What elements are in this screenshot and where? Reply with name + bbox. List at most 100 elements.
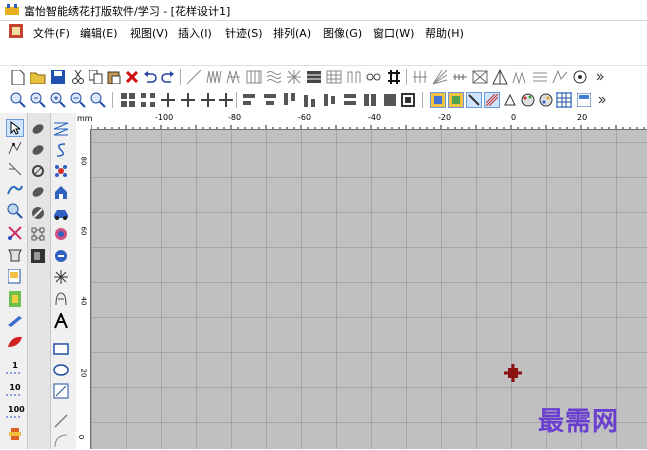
zoom-out-icon[interactable]	[70, 92, 86, 108]
show-grid-toggle-icon[interactable]	[430, 92, 446, 108]
grid-fill-icon[interactable]	[326, 69, 342, 85]
show-3d-toggle-icon[interactable]	[502, 92, 518, 108]
menu-help[interactable]: 帮助(H)	[425, 25, 464, 41]
leaf-shape-icon[interactable]	[29, 120, 47, 138]
rosette-icon[interactable]	[52, 225, 70, 243]
curve-letter-icon[interactable]	[52, 290, 70, 308]
wave-fill-icon[interactable]	[512, 69, 528, 85]
circle-target-icon[interactable]	[572, 69, 588, 85]
snowflake-icon[interactable]	[52, 268, 70, 286]
zoom-in-icon[interactable]	[50, 92, 66, 108]
applique-icon[interactable]	[29, 247, 47, 265]
delete-icon[interactable]	[124, 69, 140, 85]
wave-stitch-icon[interactable]	[266, 69, 282, 85]
same-height-icon[interactable]	[362, 92, 378, 108]
undo-icon[interactable]	[142, 69, 158, 85]
fan-fill-icon[interactable]	[432, 69, 448, 85]
select-pointer-icon[interactable]	[6, 119, 24, 137]
house-shape-icon[interactable]	[52, 183, 70, 201]
zigzag-stitch-icon[interactable]	[206, 69, 222, 85]
no-entry-icon[interactable]	[29, 204, 47, 222]
polygon-tool-icon[interactable]	[52, 382, 70, 400]
new-file-icon[interactable]	[10, 69, 26, 85]
contour-fill-icon[interactable]	[552, 69, 568, 85]
color-block-icon[interactable]	[6, 290, 24, 308]
align-grid-icon[interactable]	[120, 92, 136, 108]
zigzag-line-icon[interactable]	[52, 120, 70, 138]
cross-stitch-icon[interactable]	[386, 69, 402, 85]
document-icon[interactable]	[9, 24, 23, 38]
edit-points-icon[interactable]	[6, 139, 24, 157]
star-fill-icon[interactable]	[286, 69, 302, 85]
paste-icon[interactable]	[106, 69, 122, 85]
origin-marker-icon[interactable]	[503, 363, 523, 383]
align-center-icon[interactable]	[262, 92, 278, 108]
menu-window[interactable]: 窗口(W)	[373, 25, 414, 41]
menu-insert[interactable]: 插入(I)	[178, 25, 212, 41]
zoom-reset-icon[interactable]	[90, 92, 106, 108]
scissors-tool-icon[interactable]	[6, 224, 24, 242]
flower-motif-icon[interactable]	[52, 162, 70, 180]
line-tool-icon[interactable]	[52, 412, 70, 430]
align-middle-icon[interactable]	[322, 92, 338, 108]
cut-icon[interactable]	[70, 69, 86, 85]
save-icon[interactable]	[50, 69, 66, 85]
move-left-icon[interactable]	[180, 92, 196, 108]
needle-point-icon[interactable]	[6, 160, 24, 178]
align-top-icon[interactable]	[282, 92, 298, 108]
group-icon[interactable]	[400, 92, 416, 108]
ribbon-tool-icon[interactable]	[6, 312, 24, 330]
step-10-label[interactable]: 10	[8, 383, 22, 392]
toolbar-overflow-icon[interactable]	[592, 69, 608, 85]
rectangle-tool-icon[interactable]	[52, 340, 70, 358]
window-layout-icon[interactable]	[576, 92, 592, 108]
red-leaf-icon[interactable]	[6, 333, 24, 351]
show-image-toggle-icon[interactable]	[448, 92, 464, 108]
step-100-label[interactable]: 100	[8, 405, 25, 414]
lattice-icon[interactable]	[472, 69, 488, 85]
same-size-icon[interactable]	[382, 92, 398, 108]
line-stitch-icon[interactable]	[186, 69, 202, 85]
menu-arrange[interactable]: 排列(A)	[273, 25, 311, 41]
arc-tool-icon[interactable]	[52, 432, 70, 450]
column-stitch-icon[interactable]	[246, 69, 262, 85]
color-palette-icon[interactable]	[520, 92, 536, 108]
show-stitch-toggle-icon[interactable]	[466, 92, 482, 108]
move-up-icon[interactable]	[218, 92, 234, 108]
copy-icon[interactable]	[88, 69, 104, 85]
same-width-icon[interactable]	[342, 92, 358, 108]
design-canvas[interactable]: mm -100 -80 -60 -40 -20 0 20 80 60 40 20…	[76, 113, 647, 449]
zoom-fit-icon[interactable]	[30, 92, 46, 108]
step-1-label[interactable]: 1	[8, 361, 22, 370]
align-left-icon[interactable]	[242, 92, 258, 108]
text-tool-icon[interactable]	[52, 312, 70, 330]
shirt-shape-icon[interactable]	[6, 246, 24, 264]
triangle-fill-icon[interactable]	[492, 69, 508, 85]
pattern-grid-icon[interactable]	[29, 225, 47, 243]
move-center-icon[interactable]	[160, 92, 176, 108]
redo-icon[interactable]	[160, 69, 176, 85]
motif-line-icon[interactable]	[452, 69, 468, 85]
bridge-stitch-icon[interactable]	[346, 69, 362, 85]
menu-edit[interactable]: 编辑(E)	[80, 25, 118, 41]
leaf-shape-3-icon[interactable]	[29, 183, 47, 201]
parallel-line-icon[interactable]	[532, 69, 548, 85]
dense-fill-icon[interactable]	[306, 69, 322, 85]
image-import-icon[interactable]	[6, 268, 24, 286]
leaf-shape-2-icon[interactable]	[29, 141, 47, 159]
satin-stitch-icon[interactable]	[226, 69, 242, 85]
align-bottom-icon[interactable]	[302, 92, 318, 108]
chain-stitch-icon[interactable]	[366, 69, 382, 85]
show-outline-toggle-icon[interactable]	[484, 92, 500, 108]
ring-shape-icon[interactable]	[29, 162, 47, 180]
s-curve-icon[interactable]	[52, 141, 70, 159]
car-shape-icon[interactable]	[52, 204, 70, 222]
ellipse-tool-icon[interactable]	[52, 361, 70, 379]
toolbar-overflow-2-icon[interactable]	[594, 92, 610, 108]
tatami-icon[interactable]	[412, 69, 428, 85]
color-palette-2-icon[interactable]	[538, 92, 554, 108]
menu-image[interactable]: 图像(G)	[323, 25, 362, 41]
open-folder-icon[interactable]	[30, 69, 46, 85]
distribute-icon[interactable]	[140, 92, 156, 108]
menu-view[interactable]: 视图(V)	[130, 25, 168, 41]
